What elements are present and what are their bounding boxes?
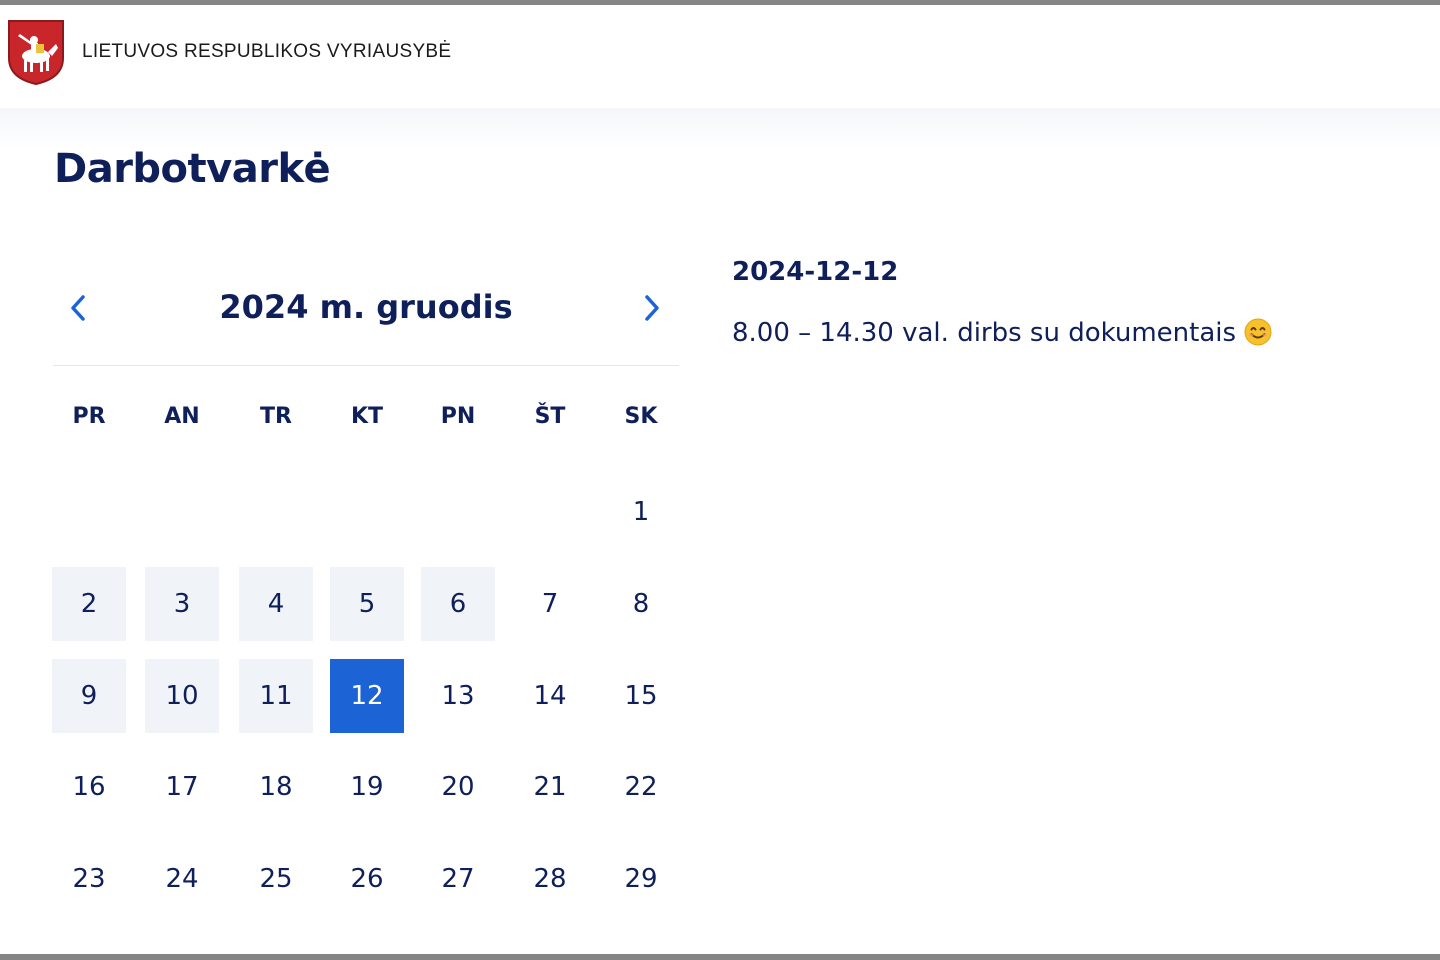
calendar-day[interactable]: 26 [330, 842, 404, 916]
month-title: 2024 m. gruodis [219, 288, 513, 326]
calendar-day[interactable]: 2 [52, 567, 126, 641]
calendar-day[interactable]: 4 [239, 567, 313, 641]
calendar-day[interactable]: 17 [145, 750, 219, 824]
event-date: 2024-12-12 [732, 257, 899, 287]
calendar-day[interactable]: 6 [421, 567, 495, 641]
weekday-label: TR [260, 404, 292, 429]
calendar-day[interactable]: 19 [330, 750, 404, 824]
calendar-day[interactable]: 28 [513, 842, 587, 916]
calendar-day[interactable]: 7 [513, 567, 587, 641]
calendar-day-selected[interactable]: 12 [330, 659, 404, 733]
calendar-day[interactable]: 15 [604, 659, 678, 733]
calendar-day[interactable]: 20 [421, 750, 495, 824]
chevron-right-icon [645, 295, 659, 321]
calendar-day[interactable]: 9 [52, 659, 126, 733]
calendar-day[interactable]: 25 [239, 842, 313, 916]
header-shadow [0, 108, 1440, 148]
weekday-label: AN [164, 404, 200, 429]
smiling-face-icon [1244, 318, 1272, 346]
calendar-day[interactable]: 16 [52, 750, 126, 824]
event-text: 8.00 – 14.30 val. dirbs su dokumentais [732, 318, 1237, 348]
calendar-day[interactable]: 21 [513, 750, 587, 824]
bottom-border [0, 954, 1440, 960]
calendar-day[interactable]: 3 [145, 567, 219, 641]
weekday-label: ŠT [534, 404, 566, 429]
calendar-day[interactable]: 18 [239, 750, 313, 824]
weekday-label: KT [350, 404, 384, 429]
calendar-day[interactable]: 29 [604, 842, 678, 916]
calendar-divider [53, 365, 679, 366]
calendar-day[interactable]: 23 [52, 842, 126, 916]
calendar-day[interactable]: 1 [604, 475, 678, 549]
weekday-label: PN [440, 404, 476, 429]
calendar-day[interactable]: 27 [421, 842, 495, 916]
calendar-day[interactable]: 5 [330, 567, 404, 641]
calendar-day[interactable]: 24 [145, 842, 219, 916]
weekday-label: PR [72, 404, 106, 429]
next-month-button[interactable] [634, 290, 670, 326]
calendar-day[interactable]: 22 [604, 750, 678, 824]
calendar-day[interactable]: 8 [604, 567, 678, 641]
calendar-day[interactable]: 14 [513, 659, 587, 733]
site-header: LIETUVOS RESPUBLIKOS VYRIAUSYBĖ [0, 5, 1440, 108]
weekday-label: SK [624, 404, 658, 429]
site-title[interactable]: LIETUVOS RESPUBLIKOS VYRIAUSYBĖ [82, 41, 451, 63]
page-title: Darbotvarkė [54, 146, 331, 192]
calendar-day[interactable]: 11 [239, 659, 313, 733]
lithuania-coat-of-arms-icon[interactable] [6, 18, 66, 86]
calendar-day[interactable]: 10 [145, 659, 219, 733]
calendar-day[interactable]: 13 [421, 659, 495, 733]
event-description: 8.00 – 14.30 val. dirbs su dokumentais [732, 318, 1272, 348]
